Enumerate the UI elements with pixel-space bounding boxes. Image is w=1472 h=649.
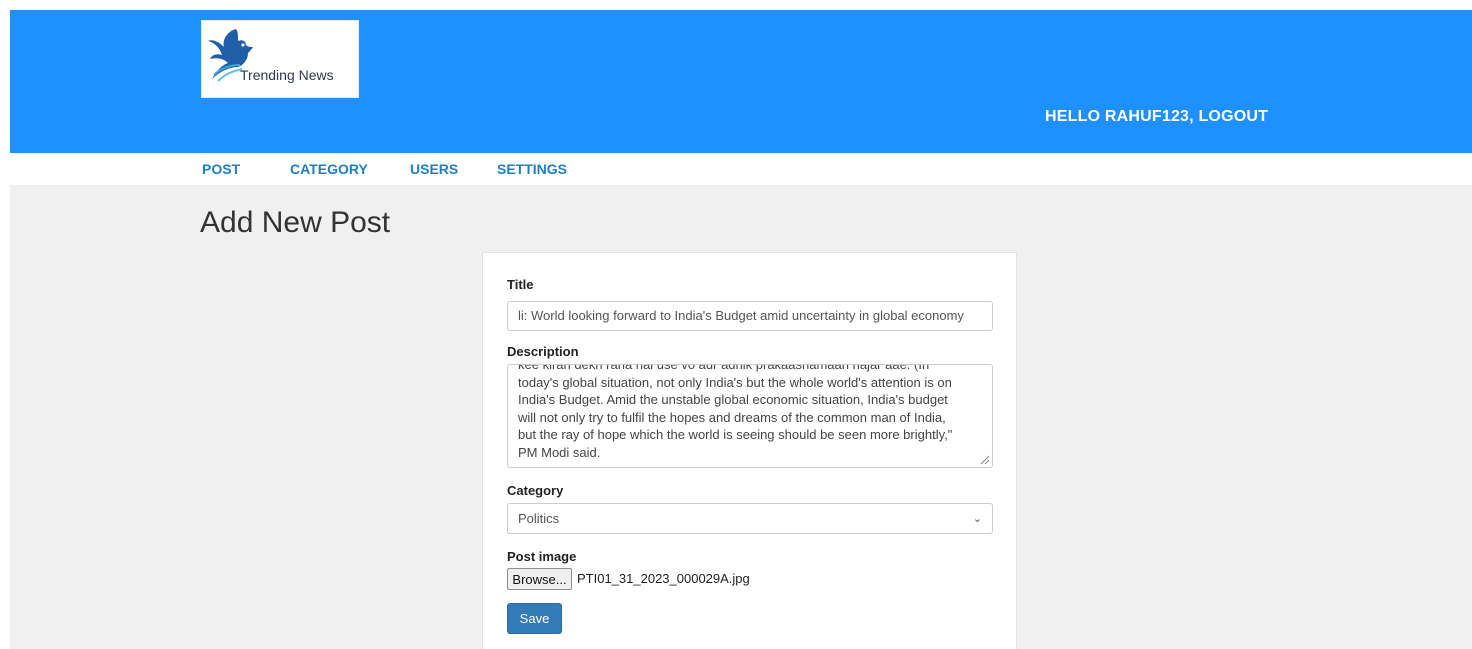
image-label: Post image	[507, 549, 577, 564]
nav-item-post[interactable]: POST	[202, 161, 240, 177]
save-button[interactable]: Save	[507, 603, 562, 634]
page-title: Add New Post	[200, 206, 391, 239]
admin-nav: POST CATEGORY USERS SETTINGS	[10, 153, 1472, 185]
greeting-text: HELLO RAHUF123,	[1045, 108, 1194, 125]
user-greeting: HELLO RAHUF123, LOGOUT	[1045, 108, 1268, 126]
site-header: Trending News HELLO RAHUF123, LOGOUT	[10, 10, 1472, 153]
logout-link[interactable]: LOGOUT	[1198, 108, 1268, 125]
title-label: Title	[507, 277, 534, 292]
file-name: PTI01_31_2023_000029A.jpg	[577, 571, 750, 586]
category-label: Category	[507, 483, 564, 498]
title-input[interactable]: li: World looking forward to India's Bud…	[507, 301, 993, 331]
description-label: Description	[507, 344, 579, 359]
category-select[interactable]: Politics ⌄	[507, 503, 993, 534]
description-textarea[interactable]: kee kiran dekh raha hai use vo aur adhik…	[507, 364, 993, 468]
site-logo[interactable]: Trending News	[201, 20, 359, 98]
chevron-down-icon: ⌄	[972, 513, 982, 525]
category-selected-value: Politics	[518, 511, 560, 526]
description-line: today's global situation, not only India…	[518, 374, 952, 390]
nav-item-users[interactable]: USERS	[410, 161, 458, 177]
add-post-form: Title li: World looking forward to India…	[482, 252, 1017, 649]
description-line: kee kiran dekh raha hai use vo aur adhik…	[518, 364, 930, 372]
browse-button[interactable]: Browse...	[507, 568, 572, 590]
description-line: India's Budget. Amid the unstable global…	[518, 392, 948, 407]
logo-text: Trending News	[240, 67, 334, 83]
description-line: PM Modi said.	[518, 444, 601, 460]
description-line: but the ray of hope which the world is s…	[518, 427, 953, 442]
resize-handle-icon[interactable]	[980, 455, 990, 465]
nav-item-settings[interactable]: SETTINGS	[497, 161, 567, 177]
description-line: will not only try to fulfil the hopes an…	[518, 409, 946, 425]
nav-item-category[interactable]: CATEGORY	[290, 161, 368, 177]
main-content: Add New Post Title li: World looking for…	[10, 185, 1472, 649]
